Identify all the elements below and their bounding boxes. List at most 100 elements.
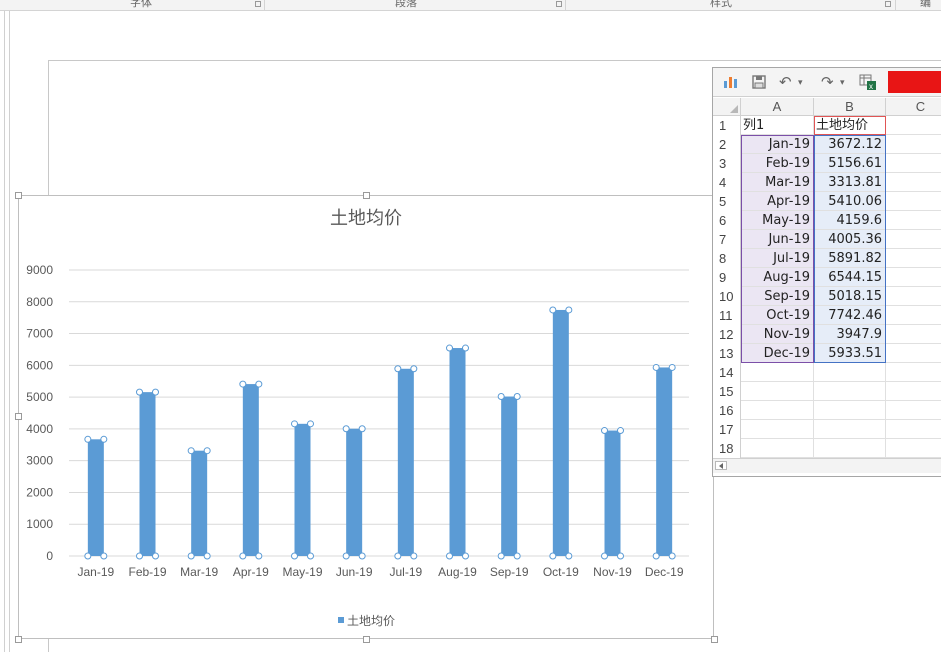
cell-value[interactable]: 6544.15 bbox=[814, 268, 886, 287]
cell[interactable] bbox=[886, 325, 941, 344]
cell-value[interactable]: 5891.82 bbox=[814, 249, 886, 268]
row-header[interactable]: 18 bbox=[713, 439, 741, 458]
bar[interactable] bbox=[449, 348, 466, 556]
bar-selection-handle[interactable] bbox=[187, 552, 195, 560]
scroll-left-icon[interactable] bbox=[715, 461, 727, 470]
bar-selection-handle[interactable] bbox=[617, 427, 624, 435]
bar-selection-handle[interactable] bbox=[652, 363, 660, 371]
row-header[interactable]: 14 bbox=[713, 363, 741, 382]
cell[interactable] bbox=[886, 211, 941, 230]
bar-selection-handle[interactable] bbox=[462, 344, 469, 352]
font-dialog-launcher-icon[interactable] bbox=[255, 1, 261, 7]
row-header[interactable]: 7 bbox=[713, 230, 741, 249]
bar-selection-handle[interactable] bbox=[410, 552, 418, 560]
redo-dropdown-icon[interactable]: ▾ bbox=[840, 74, 845, 92]
bar-selection-handle[interactable] bbox=[307, 552, 314, 560]
cell-category[interactable]: May-19 bbox=[741, 211, 814, 230]
cell[interactable] bbox=[814, 439, 886, 458]
bar-selection-handle[interactable] bbox=[136, 552, 143, 560]
row-header[interactable]: 15 bbox=[713, 382, 741, 401]
bar-selection-handle[interactable] bbox=[497, 393, 505, 401]
bar-selection-handle[interactable] bbox=[446, 344, 453, 352]
bar-selection-handle[interactable] bbox=[394, 365, 402, 373]
chart-area[interactable]: 土地均价 0 1000 2000 3000 4000 5000 6000 7000 8000 90… bbox=[15, 192, 718, 643]
cell-value[interactable]: 4159.6 bbox=[814, 211, 886, 230]
row-header[interactable]: 16 bbox=[713, 401, 741, 420]
bar-selection-handle[interactable] bbox=[358, 425, 366, 433]
bar-selection-handle[interactable] bbox=[84, 552, 92, 560]
bar[interactable] bbox=[139, 392, 156, 556]
bar-selection-handle[interactable] bbox=[342, 425, 350, 433]
bar-selection-handle[interactable] bbox=[410, 365, 418, 373]
row-header[interactable]: 12 bbox=[713, 325, 741, 344]
bar[interactable] bbox=[397, 368, 414, 556]
cell[interactable] bbox=[741, 420, 814, 439]
cell[interactable] bbox=[741, 401, 814, 420]
bar-selection-handle[interactable] bbox=[513, 393, 521, 401]
bar-selection-handle[interactable] bbox=[187, 447, 195, 455]
cell-category[interactable]: Jun-19 bbox=[741, 230, 814, 249]
resize-handle-se[interactable] bbox=[711, 636, 718, 643]
bar[interactable] bbox=[552, 309, 569, 556]
cell[interactable] bbox=[886, 192, 941, 211]
bar-selection-handle[interactable] bbox=[342, 552, 350, 560]
bar-selection-handle[interactable] bbox=[617, 552, 624, 560]
row-header[interactable]: 11 bbox=[713, 306, 741, 325]
cell-category[interactable]: Nov-19 bbox=[741, 325, 814, 344]
paragraph-dialog-launcher-icon[interactable] bbox=[556, 1, 562, 7]
bar-selection-handle[interactable] bbox=[100, 552, 108, 560]
cell[interactable] bbox=[886, 268, 941, 287]
cell-value[interactable]: 7742.46 bbox=[814, 306, 886, 325]
cell-value[interactable]: 3672.12 bbox=[814, 135, 886, 154]
bar-selection-handle[interactable] bbox=[462, 552, 469, 560]
cell[interactable] bbox=[886, 344, 941, 363]
row-header[interactable]: 17 bbox=[713, 420, 741, 439]
chart-title[interactable]: 土地均价 bbox=[330, 208, 402, 229]
bar-selection-handle[interactable] bbox=[668, 363, 676, 371]
bar-series[interactable] bbox=[84, 306, 676, 560]
cell[interactable] bbox=[886, 287, 941, 306]
bar-selection-handle[interactable] bbox=[307, 420, 314, 428]
resize-handle-sw[interactable] bbox=[15, 636, 22, 643]
bar[interactable] bbox=[242, 384, 259, 556]
row-header[interactable]: 9 bbox=[713, 268, 741, 287]
resize-handle-s[interactable] bbox=[363, 636, 370, 643]
resize-handle-n[interactable] bbox=[363, 192, 370, 199]
bar[interactable] bbox=[191, 450, 208, 556]
cell[interactable] bbox=[886, 135, 941, 154]
bar-selection-handle[interactable] bbox=[513, 552, 521, 560]
cell-header-b[interactable]: 土地均价 bbox=[814, 116, 886, 135]
bar[interactable] bbox=[501, 396, 518, 556]
cell-value[interactable]: 4005.36 bbox=[814, 230, 886, 249]
legend[interactable]: 土地均价 bbox=[338, 614, 395, 628]
bar[interactable] bbox=[87, 439, 104, 556]
resize-handle-w[interactable] bbox=[15, 413, 22, 420]
bar-selection-handle[interactable] bbox=[549, 306, 557, 314]
row-header[interactable]: 3 bbox=[713, 154, 741, 173]
cell-value[interactable]: 3313.81 bbox=[814, 173, 886, 192]
bar-selection-handle[interactable] bbox=[203, 552, 211, 560]
select-all-corner[interactable] bbox=[713, 98, 741, 116]
bar-selection-handle[interactable] bbox=[84, 435, 92, 443]
cell[interactable] bbox=[741, 439, 814, 458]
cell[interactable] bbox=[741, 363, 814, 382]
bar-selection-handle[interactable] bbox=[358, 552, 366, 560]
bar-selection-handle[interactable] bbox=[601, 552, 608, 560]
cell-category[interactable]: Feb-19 bbox=[741, 154, 814, 173]
excel-icon[interactable]: x bbox=[859, 73, 877, 91]
bar-selection-handle[interactable] bbox=[203, 447, 211, 455]
bar-selection-handle[interactable] bbox=[255, 380, 263, 388]
row-header[interactable]: 4 bbox=[713, 173, 741, 192]
bar-selection-handle[interactable] bbox=[565, 552, 573, 560]
bar-selection-handle[interactable] bbox=[394, 552, 402, 560]
redo-icon[interactable]: ↷ bbox=[821, 73, 834, 91]
cell[interactable] bbox=[886, 306, 941, 325]
column-header-c[interactable]: C bbox=[886, 98, 941, 116]
horizontal-scrollbar[interactable] bbox=[713, 458, 941, 473]
cell-value[interactable]: 5156.61 bbox=[814, 154, 886, 173]
cell-category[interactable]: Mar-19 bbox=[741, 173, 814, 192]
chart-data-sheet[interactable]: ↶ ▾ ↷ ▾ x A B C 1 列1 土地均价 2 Jan-19 3672.12 3 Fe… bbox=[712, 67, 941, 477]
bar-selection-handle[interactable] bbox=[291, 420, 298, 428]
cell[interactable] bbox=[814, 420, 886, 439]
bar[interactable] bbox=[294, 423, 311, 556]
